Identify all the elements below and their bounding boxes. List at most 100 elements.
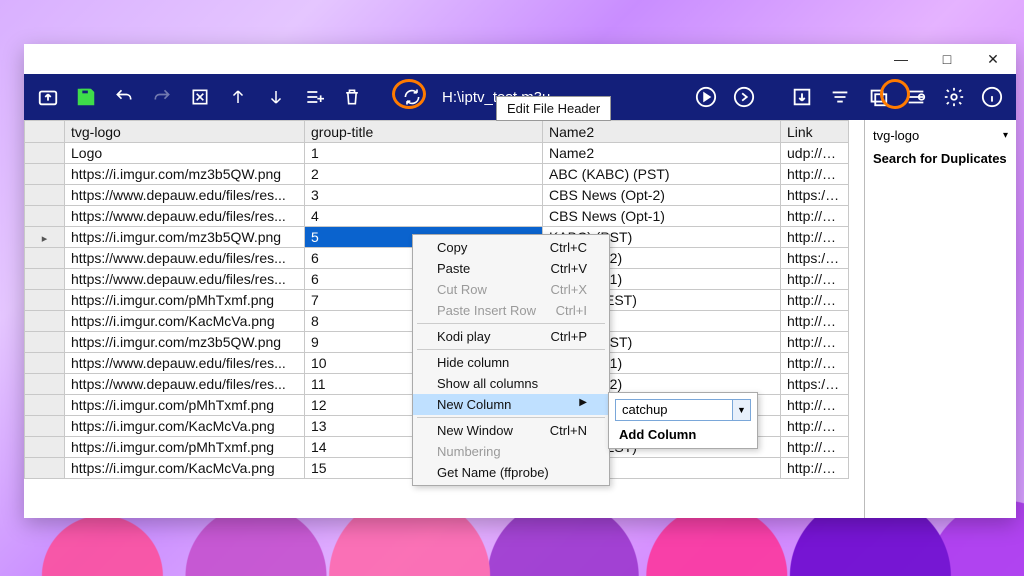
ctx-hide-column[interactable]: Hide column: [413, 352, 609, 373]
ctx-paste[interactable]: PasteCtrl+V: [413, 258, 609, 279]
chevron-down-icon[interactable]: ▼: [732, 400, 750, 420]
minimize-button[interactable]: —: [878, 44, 924, 74]
cell-link[interactable]: udp://@23…: [781, 143, 849, 164]
cell-logo[interactable]: https://i.imgur.com/KacMcVa.png: [65, 458, 305, 479]
cell-logo[interactable]: https://www.depauw.edu/files/res...: [65, 374, 305, 395]
cell-name[interactable]: Name2: [543, 143, 781, 164]
cell-logo[interactable]: https://www.depauw.edu/files/res...: [65, 248, 305, 269]
col-group-title[interactable]: group-title: [305, 121, 543, 143]
row-marker[interactable]: [25, 164, 65, 185]
cell-logo[interactable]: https://i.imgur.com/pMhTxmf.png: [65, 290, 305, 311]
cell-name[interactable]: CBS News (Opt-2): [543, 185, 781, 206]
row-marker[interactable]: [25, 311, 65, 332]
col-tvg-logo[interactable]: tvg-logo: [65, 121, 305, 143]
row-marker[interactable]: [25, 458, 65, 479]
ctx-numbering: Numbering: [413, 441, 609, 462]
cell-link[interactable]: https://dai.google.com/linear/hls/...: [781, 248, 849, 269]
ctx-show-all-columns[interactable]: Show all columns: [413, 373, 609, 394]
cell-link[interactable]: http://92.43.140.249/s27/04.m3u8: [781, 416, 849, 437]
cell-link[interactable]: http://161.0.157.50/PLTV/888888...: [781, 395, 849, 416]
save-icon[interactable]: [72, 83, 100, 111]
row-marker[interactable]: [25, 332, 65, 353]
maximize-button[interactable]: □: [924, 44, 970, 74]
table-row[interactable]: https://www.depauw.edu/files/res...4CBS …: [25, 206, 849, 227]
cell-logo[interactable]: https://www.depauw.edu/files/res...: [65, 353, 305, 374]
ctx-kodi-play[interactable]: Kodi playCtrl+P: [413, 326, 609, 347]
cell-link[interactable]: http://cbsnewshd-lh.akamaihd.ne...: [781, 353, 849, 374]
cell-link[interactable]: http://cbsnewshd-lh.akamaihd.ne...: [781, 269, 849, 290]
row-marker[interactable]: [25, 227, 65, 248]
cell-logo[interactable]: Logo: [65, 143, 305, 164]
table-row[interactable]: Logo1Name2udp://@23…: [25, 143, 849, 164]
row-marker[interactable]: [25, 185, 65, 206]
cell-link[interactable]: http://161.0.157.50/PLTV/888888...: [781, 290, 849, 311]
cell-logo[interactable]: https://www.depauw.edu/files/res...: [65, 269, 305, 290]
cell-group[interactable]: 4: [305, 206, 543, 227]
cell-logo[interactable]: https://www.depauw.edu/files/res...: [65, 185, 305, 206]
cell-link[interactable]: https://dai.google.com/linear/hls/...: [781, 185, 849, 206]
add-column-button[interactable]: Add Column: [615, 427, 751, 442]
cell-logo[interactable]: https://i.imgur.com/mz3b5QW.png: [65, 332, 305, 353]
cell-name[interactable]: ABC (KABC) (PST): [543, 164, 781, 185]
cell-logo[interactable]: https://i.imgur.com/mz3b5QW.png: [65, 227, 305, 248]
column-select-dropdown[interactable]: tvg-logo ▾: [873, 126, 1008, 145]
cell-logo[interactable]: https://i.imgur.com/KacMcVa.png: [65, 416, 305, 437]
filter-icon[interactable]: [826, 83, 854, 111]
row-marker[interactable]: [25, 248, 65, 269]
row-marker[interactable]: [25, 374, 65, 395]
edit-file-header-tooltip[interactable]: Edit File Header: [496, 96, 611, 121]
import-icon[interactable]: [788, 83, 816, 111]
arrow-down-icon[interactable]: [262, 83, 290, 111]
cell-logo[interactable]: https://i.imgur.com/mz3b5QW.png: [65, 164, 305, 185]
row-marker[interactable]: [25, 143, 65, 164]
clear-cell-icon[interactable]: [186, 83, 214, 111]
cell-group[interactable]: 2: [305, 164, 543, 185]
table-row[interactable]: https://i.imgur.com/mz3b5QW.png2ABC (KAB…: [25, 164, 849, 185]
open-file-icon[interactable]: [34, 83, 62, 111]
ctx-sep1: [417, 323, 605, 324]
cell-logo[interactable]: https://i.imgur.com/pMhTxmf.png: [65, 437, 305, 458]
row-marker[interactable]: [25, 269, 65, 290]
info-icon[interactable]: [978, 83, 1006, 111]
add-row-icon[interactable]: [300, 83, 328, 111]
cell-link[interactable]: http://92.43.140.249/s27/04.m3u8: [781, 458, 849, 479]
undo-icon[interactable]: [110, 83, 138, 111]
row-marker[interactable]: [25, 353, 65, 374]
cell-link[interactable]: http://content-ausc1.uplynk.com/...: [781, 164, 849, 185]
row-marker[interactable]: [25, 395, 65, 416]
cell-link[interactable]: http://content-ausc1.uplynk.com/...: [781, 227, 849, 248]
delete-icon[interactable]: [338, 83, 366, 111]
header-row[interactable]: tvg-logo group-title Name2 Link: [25, 121, 849, 143]
ctx-copy[interactable]: CopyCtrl+C: [413, 237, 609, 258]
cell-logo[interactable]: https://www.depauw.edu/files/res...: [65, 206, 305, 227]
cell-link[interactable]: http://92.43.140.249/s27/04.m3u8: [781, 311, 849, 332]
cell-link[interactable]: https://dai.google.com/linear/hls/...: [781, 374, 849, 395]
ctx-new-window[interactable]: New WindowCtrl+N: [413, 420, 609, 441]
arrow-up-icon[interactable]: [224, 83, 252, 111]
new-column-combo[interactable]: catchup ▼: [615, 399, 751, 421]
cell-group[interactable]: 3: [305, 185, 543, 206]
cell-link[interactable]: http://content-ausc1.uplynk.com/...: [781, 332, 849, 353]
cell-link[interactable]: http://161.0.157.50/PLTV/888888...: [781, 437, 849, 458]
row-marker[interactable]: [25, 416, 65, 437]
cell-logo[interactable]: https://i.imgur.com/pMhTxmf.png: [65, 395, 305, 416]
cell-name[interactable]: CBS News (Opt-1): [543, 206, 781, 227]
col-marker[interactable]: [25, 121, 65, 143]
row-marker[interactable]: [25, 206, 65, 227]
table-row[interactable]: https://www.depauw.edu/files/res...3CBS …: [25, 185, 849, 206]
close-button[interactable]: ✕: [970, 44, 1016, 74]
play-icon[interactable]: [692, 83, 720, 111]
cell-link[interactable]: http://cbsnewshd-lh.akamaihd.ne...: [781, 206, 849, 227]
row-marker[interactable]: [25, 290, 65, 311]
col-link[interactable]: Link: [781, 121, 849, 143]
next-icon[interactable]: [730, 83, 758, 111]
col-name2[interactable]: Name2: [543, 121, 781, 143]
ctx-paste-insert-row: Paste Insert RowCtrl+I: [413, 300, 609, 321]
cell-logo[interactable]: https://i.imgur.com/KacMcVa.png: [65, 311, 305, 332]
ctx-get-name-ffprobe[interactable]: Get Name (ffprobe): [413, 462, 609, 483]
search-duplicates-label[interactable]: Search for Duplicates: [873, 151, 1008, 166]
gear-icon[interactable]: [940, 83, 968, 111]
row-marker[interactable]: [25, 437, 65, 458]
ctx-new-column[interactable]: New Column▶: [413, 394, 609, 415]
cell-group[interactable]: 1: [305, 143, 543, 164]
